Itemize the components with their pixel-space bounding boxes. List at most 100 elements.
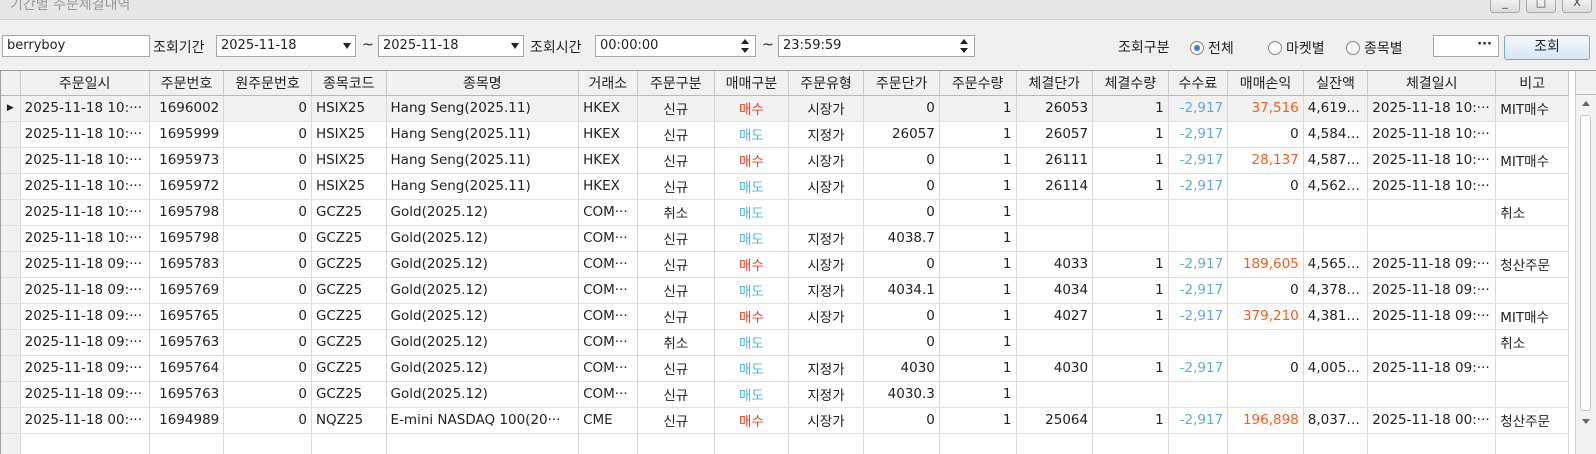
scroll-up-icon[interactable] — [1582, 101, 1590, 106]
row-indicator[interactable] — [1, 355, 21, 382]
chevron-down-icon[interactable] — [343, 43, 351, 49]
radio-item[interactable]: 종목별 — [1346, 38, 1403, 57]
table-row[interactable]: 2025-11-18 00:··· 1694989 0 NQZ25 E-mini NAS… — [1, 407, 1569, 434]
table-row[interactable]: 2025-11-18 10:··· 1695798 0 GCZ25 Gold(2025.… — [1, 199, 1569, 226]
cell-order-no: 1694989 — [149, 407, 225, 434]
minimize-button[interactable]: _ — [1490, 0, 1520, 13]
cell-fill-time — [1367, 199, 1497, 226]
row-indicator[interactable] — [1, 121, 21, 148]
spin-down-icon[interactable] — [741, 48, 749, 53]
cell-order-qty: 1 — [939, 355, 1017, 382]
cell-item-code: GCZ25 — [311, 251, 387, 278]
row-indicator[interactable] — [1, 225, 21, 252]
table-row[interactable]: 2025-11-18 09:··· 1695769 0 GCZ25 Gold(2025.… — [1, 277, 1569, 304]
scroll-down-icon[interactable] — [1582, 419, 1590, 424]
column-header-balance[interactable]: 실잔액 — [1303, 71, 1369, 96]
cell-order-qty — [939, 433, 1017, 454]
column-header-orig-order-no[interactable]: 원주문번호 — [223, 71, 312, 96]
table-row[interactable]: 2025-11-18 10:··· 1695999 0 HSIX25 Hang Seng… — [1, 121, 1569, 148]
column-header-order-kind[interactable]: 주문구분 — [637, 71, 716, 96]
column-header-item-name[interactable]: 종목명 — [386, 71, 580, 96]
column-header-trade-pnl[interactable]: 매매손익 — [1227, 71, 1304, 96]
column-header-order-no[interactable]: 주문번호 — [149, 71, 225, 96]
column-header-order-price[interactable]: 주문단가 — [863, 71, 940, 96]
column-header-order-type[interactable]: 주문유형 — [788, 71, 865, 96]
cell-order-no: 1696002 — [149, 95, 225, 122]
cell-trade-side: 매도 — [714, 199, 789, 226]
date-to-picker[interactable]: 2025-11-18 — [378, 35, 524, 57]
column-header-exchange[interactable]: 거래소 — [578, 71, 638, 96]
table-row[interactable]: 2025-11-18 09:··· 1695763 0 GCZ25 Gold(2025.… — [1, 381, 1569, 408]
row-indicator[interactable] — [1, 433, 21, 454]
radio-market-label: 마켓별 — [1286, 41, 1325, 57]
cell-order-no: 1695798 — [149, 225, 225, 252]
cell-fill-qty: 1 — [1092, 303, 1169, 330]
column-header-fill-qty[interactable]: 체결수량 — [1092, 71, 1169, 96]
row-indicator[interactable] — [1, 147, 21, 174]
cell-fee — [1168, 225, 1229, 252]
cell-order-kind: 신규 — [637, 303, 716, 330]
account-field[interactable]: berryboy — [2, 35, 150, 57]
table-row[interactable]: 2025-11-18 09:··· 1695763 0 GCZ25 Gold(2025.… — [1, 329, 1569, 356]
vertical-scrollbar[interactable] — [1575, 95, 1596, 454]
search-toolbar: berryboy 조회기간 2025-11-18 ~ 2025-11-18 조회… — [0, 20, 1596, 70]
cell-trade-pnl — [1227, 329, 1304, 356]
column-header-order-qty[interactable]: 주문수량 — [939, 71, 1017, 96]
scrollbar-thumb[interactable] — [1580, 115, 1591, 411]
row-indicator[interactable] — [1, 173, 21, 200]
row-indicator[interactable] — [1, 329, 21, 356]
cell-fill-price: 26057 — [1016, 121, 1094, 148]
time-from-spinner[interactable]: 00:00:00 — [595, 35, 756, 57]
column-header-row-indicator[interactable] — [1, 71, 21, 96]
row-indicator[interactable]: ▶ — [1, 95, 21, 122]
cell-remark — [1495, 225, 1569, 252]
cell-fill-price — [1016, 433, 1094, 454]
cell-fee: -2,917 — [1168, 407, 1229, 434]
cell-fill-price — [1016, 381, 1094, 408]
column-header-fill-price[interactable]: 체결단가 — [1016, 71, 1094, 96]
close-button[interactable]: X — [1562, 0, 1592, 13]
column-header-item-code[interactable]: 종목코드 — [311, 71, 387, 96]
table-row[interactable]: 2025-11-18 09:··· 1695783 0 GCZ25 Gold(2025.… — [1, 251, 1569, 278]
table-row[interactable]: 2025-11-18 10:··· 1695973 0 HSIX25 Hang Seng… — [1, 147, 1569, 174]
cell-order-no: 1695973 — [149, 147, 225, 174]
row-indicator[interactable] — [1, 277, 21, 304]
table-row[interactable]: 2025-11-18 09:··· 1695765 0 GCZ25 Gold(2025.… — [1, 303, 1569, 330]
table-row[interactable]: 2025-11-18 09:··· 1695764 0 GCZ25 Gold(2025.… — [1, 355, 1569, 382]
cell-fee: -2,917 — [1168, 95, 1229, 122]
time-to-spinner[interactable]: 23:59:59 — [778, 35, 975, 57]
row-indicator[interactable] — [1, 381, 21, 408]
column-header-trade-side[interactable]: 매매구분 — [714, 71, 789, 96]
cell-trade-side: 매도 — [714, 173, 789, 200]
spin-up-icon[interactable] — [960, 39, 968, 44]
radio-market[interactable]: 마켓별 — [1268, 38, 1325, 57]
ellipsis-button[interactable]: ··· — [1433, 35, 1499, 57]
cell-balance — [1303, 381, 1369, 408]
cell-item-code: GCZ25 — [311, 277, 387, 304]
table-row[interactable] — [1, 433, 1569, 454]
table-row[interactable]: 2025-11-18 10:··· 1695972 0 HSIX25 Hang Seng… — [1, 173, 1569, 200]
query-button[interactable]: 조회 — [1504, 35, 1590, 60]
chevron-down-icon[interactable] — [511, 43, 519, 49]
date-from-picker[interactable]: 2025-11-18 — [216, 35, 356, 57]
column-header-remark[interactable]: 비고 — [1495, 71, 1569, 96]
spin-up-icon[interactable] — [741, 39, 749, 44]
spin-down-icon[interactable] — [960, 48, 968, 53]
cell-order-time: 2025-11-18 09:··· — [20, 355, 150, 382]
cell-remark: MIT매수 — [1495, 95, 1569, 122]
cell-trade-side: 매도 — [714, 277, 789, 304]
row-indicator[interactable] — [1, 303, 21, 330]
row-indicator[interactable] — [1, 407, 21, 434]
cell-fill-qty: 1 — [1092, 251, 1169, 278]
cell-balance — [1303, 225, 1369, 252]
column-header-order-time[interactable]: 주문일시 — [20, 71, 150, 96]
cell-fill-price: 4030 — [1016, 355, 1094, 382]
column-header-fee[interactable]: 수수료 — [1168, 71, 1229, 96]
row-indicator[interactable] — [1, 199, 21, 226]
radio-all[interactable]: 전체 — [1190, 38, 1234, 57]
table-row[interactable]: ▶ 2025-11-18 10:··· 1696002 0 HSIX25 Hang Sen… — [1, 95, 1569, 122]
column-header-fill-time[interactable]: 체결일시 — [1367, 71, 1497, 96]
table-row[interactable]: 2025-11-18 10:··· 1695798 0 GCZ25 Gold(2025.… — [1, 225, 1569, 252]
maximize-button[interactable]: □ — [1526, 0, 1556, 13]
row-indicator[interactable] — [1, 251, 21, 278]
